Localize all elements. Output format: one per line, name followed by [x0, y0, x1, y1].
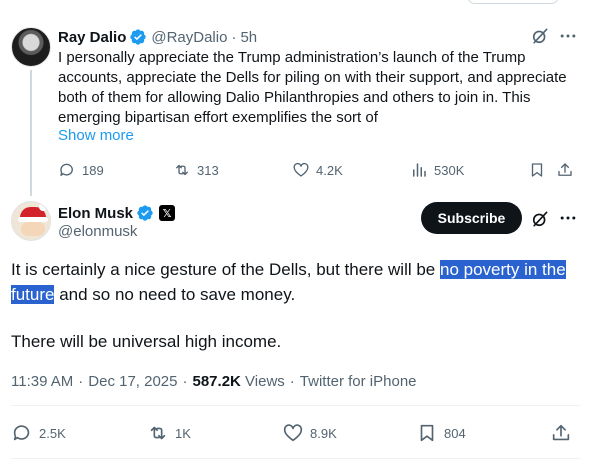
- santa-hat-pom: [39, 203, 47, 211]
- bookmark-button[interactable]: [528, 160, 546, 180]
- repost-count: 313: [197, 162, 219, 178]
- parent-author-handle[interactable]: @RayDalio: [151, 29, 227, 46]
- views-total: 587.2K: [192, 373, 241, 390]
- tweet-metadata: 11:39 AM · Dec 17, 2025 · 587.2K Views ·…: [11, 373, 417, 390]
- parent-tweet-header: Ray Dalio @RayDalio · 5h: [58, 27, 257, 47]
- like-button[interactable]: 8.9K: [282, 423, 337, 443]
- verified-badge-icon: [130, 29, 147, 45]
- avatar-ray-dalio[interactable]: [11, 27, 51, 67]
- bookmark-icon: [531, 163, 543, 177]
- reply-button[interactable]: 189: [58, 160, 104, 180]
- views-count: 530K: [434, 162, 465, 178]
- subscribe-button[interactable]: Subscribe: [421, 202, 522, 234]
- reply-count: 2.5K: [39, 425, 66, 441]
- x-affiliate-badge-icon: 𝕏: [159, 205, 176, 221]
- main-tweet-paragraph-1: It is certainly a nice gesture of the De…: [11, 257, 581, 307]
- show-more-link[interactable]: Show more: [58, 127, 134, 144]
- parent-tweet-actions: 189 313 4.2K 530K: [58, 160, 578, 180]
- header-separator: ·: [231, 28, 237, 46]
- tweet-source[interactable]: Twitter for iPhone: [300, 373, 417, 390]
- repost-count: 1K: [175, 425, 191, 441]
- meta-separator: ·: [78, 373, 84, 390]
- share-icon: [558, 163, 572, 176]
- parent-tweet-time[interactable]: 5h: [240, 29, 257, 46]
- main-author-handle[interactable]: @elonmusk: [58, 223, 137, 240]
- like-count: 4.2K: [316, 162, 343, 178]
- verified-badge-icon: [137, 205, 153, 221]
- bookmark-count: 804: [444, 425, 466, 441]
- avatar-elon-musk[interactable]: [11, 201, 51, 241]
- reply-button[interactable]: 2.5K: [11, 423, 66, 443]
- thread-connector-line: [30, 70, 32, 196]
- views-icon: [413, 163, 426, 177]
- main-author-name[interactable]: Elon Musk: [58, 205, 133, 222]
- meta-separator: ·: [182, 373, 188, 390]
- share-icon: [552, 424, 570, 441]
- more-options-icon[interactable]: [558, 26, 578, 46]
- avatar-face-shape: [21, 222, 45, 236]
- top-button-fragment[interactable]: [467, 0, 559, 4]
- reply-count: 189: [82, 162, 104, 178]
- main-tweet-header: Elon Musk 𝕏: [58, 203, 176, 223]
- text-before-highlight: It is certainly a nice gesture of the De…: [11, 260, 440, 279]
- like-count: 8.9K: [310, 425, 337, 441]
- more-options-icon[interactable]: [558, 208, 578, 228]
- bookmark-icon: [420, 424, 434, 442]
- meta-separator: ·: [289, 373, 295, 390]
- tweet-date[interactable]: Dec 17, 2025: [88, 373, 177, 390]
- grok-icon[interactable]: [530, 209, 550, 229]
- reply-icon: [60, 163, 73, 176]
- parent-tweet-text-content: I personally appreciate the Trump admini…: [58, 49, 567, 126]
- repost-button[interactable]: 1K: [147, 423, 191, 443]
- main-tweet-text[interactable]: It is certainly a nice gesture of the De…: [11, 257, 581, 354]
- like-icon: [283, 424, 303, 442]
- views-button[interactable]: 530K: [410, 160, 464, 180]
- reply-icon: [13, 425, 30, 441]
- divider: [11, 458, 580, 459]
- grok-icon[interactable]: [530, 26, 550, 46]
- main-tweet-paragraph-2: There will be universal high income.: [11, 332, 282, 351]
- repost-icon: [150, 426, 166, 440]
- parent-author-name[interactable]: Ray Dalio: [58, 29, 126, 46]
- views-label: Views: [245, 373, 285, 390]
- text-after-highlight: and so no need to save money.: [54, 285, 296, 304]
- bookmark-button[interactable]: 804: [416, 423, 466, 443]
- tweet-time[interactable]: 11:39 AM: [11, 373, 73, 390]
- share-button[interactable]: [550, 423, 572, 443]
- repost-icon: [176, 164, 188, 176]
- like-icon: [293, 162, 309, 177]
- parent-tweet-text[interactable]: I personally appreciate the Trump admini…: [58, 48, 578, 128]
- share-button[interactable]: [556, 160, 574, 180]
- repost-button[interactable]: 313: [173, 160, 219, 180]
- main-tweet-actions: 2.5K 1K 8.9K 804: [11, 423, 580, 445]
- like-button[interactable]: 4.2K: [292, 160, 343, 180]
- divider: [11, 405, 580, 406]
